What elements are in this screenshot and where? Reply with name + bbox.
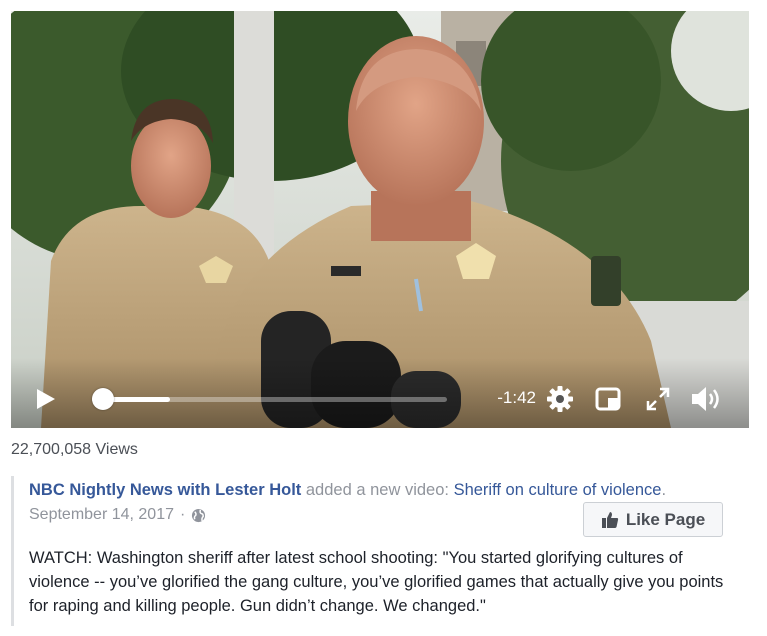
post-headline: NBC Nightly News with Lester Holt added …	[29, 481, 666, 500]
play-icon[interactable]	[35, 387, 57, 411]
video-controls-bar: -1:42	[11, 358, 749, 428]
title-suffix: .	[661, 481, 667, 499]
globe-icon	[192, 508, 206, 522]
video-title-link[interactable]: Sheriff on culture of violence	[454, 481, 662, 499]
meta-separator: ·	[180, 506, 186, 523]
thumbs-up-icon	[601, 511, 618, 528]
post-date[interactable]: September 14, 2017	[29, 506, 174, 524]
page-name-link[interactable]: NBC Nightly News with Lester Holt	[29, 481, 301, 499]
progress-bar[interactable]	[91, 388, 447, 410]
expand-icon[interactable]	[645, 386, 671, 412]
post-caption: WATCH: Washington sheriff after latest s…	[29, 549, 724, 615]
view-count: 22,700,058 Views	[11, 441, 138, 458]
pip-icon[interactable]	[595, 387, 621, 411]
speaker-icon[interactable]	[689, 384, 723, 414]
action-text: added a new video:	[301, 481, 454, 499]
like-page-label: Like Page	[625, 509, 706, 529]
post-details: NBC Nightly News with Lester Holt added …	[11, 476, 749, 626]
progress-handle[interactable]	[91, 388, 114, 410]
like-page-button[interactable]: Like Page	[583, 502, 723, 537]
post-meta: September 14, 2017 ·	[29, 506, 206, 524]
video-player[interactable]: -1:42	[11, 11, 749, 428]
time-remaining: -1:42	[497, 388, 536, 407]
gear-icon[interactable]	[546, 385, 574, 413]
